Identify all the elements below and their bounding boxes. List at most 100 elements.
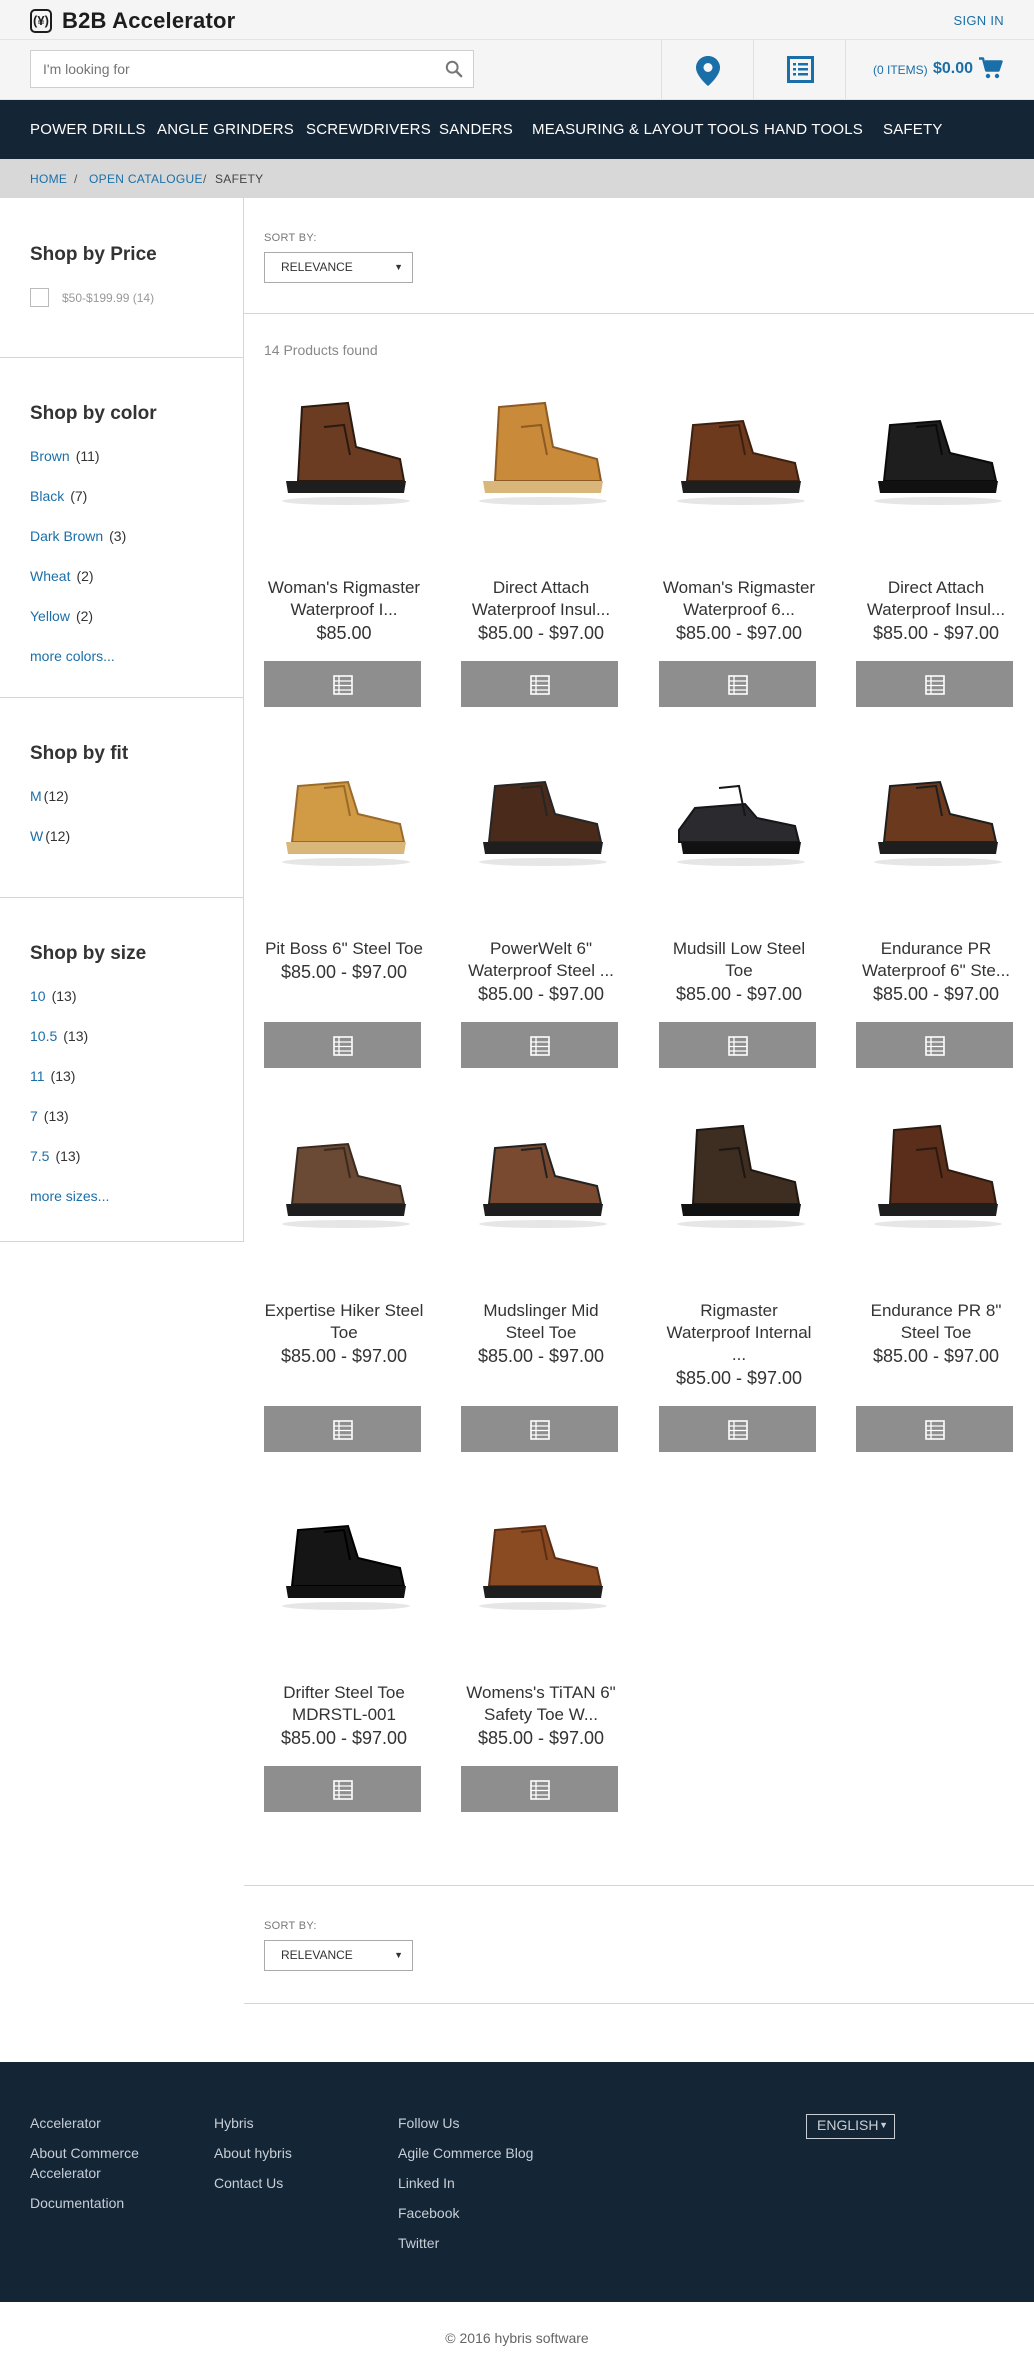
cart-total: $0.00 (933, 60, 974, 77)
nav-item-hand-tools[interactable]: HAND TOOLS (764, 121, 863, 138)
nav-item-power-drills[interactable]: POWER DRILLS (30, 121, 146, 138)
product-image[interactable] (264, 738, 424, 898)
facet-option[interactable]: 7.5 (13) (30, 1148, 80, 1164)
search-box (30, 50, 474, 88)
language-select[interactable]: ENGLISH ▼ (806, 2114, 895, 2139)
search-icon[interactable] (445, 60, 463, 78)
product-image[interactable] (856, 1100, 1016, 1260)
product-name[interactable]: Woman's Rigmaster Waterproof 6... (649, 577, 829, 621)
facet-option[interactable]: Brown (11) (30, 448, 100, 464)
facet-option[interactable]: 11 (13) (30, 1068, 75, 1084)
nav-item-screwdrivers[interactable]: SCREWDRIVERS (306, 121, 431, 138)
sort-select[interactable]: RELEVANCE ▼ (264, 1940, 413, 1971)
facet-option[interactable]: Dark Brown (3) (30, 528, 126, 544)
footer-link[interactable]: Facebook (398, 2203, 459, 2223)
product-image[interactable] (461, 738, 621, 898)
breadcrumb-home[interactable]: HOME (30, 172, 67, 186)
price-filter-option[interactable]: $50-$199.99 (14) (62, 291, 154, 305)
footer-link[interactable]: About Commerce (30, 2143, 139, 2163)
product-image[interactable] (461, 1100, 621, 1260)
product-image[interactable] (461, 1482, 621, 1642)
results-count: 14 Products found (264, 342, 378, 358)
product-name[interactable]: Drifter Steel Toe MDRSTL-001 (254, 1682, 434, 1726)
add-to-pick-list-button[interactable] (856, 661, 1013, 707)
facet-option[interactable]: Wheat (2) (30, 568, 94, 584)
product-image[interactable] (264, 377, 424, 537)
footer-link[interactable]: Linked In (398, 2173, 455, 2193)
facet-option[interactable]: W (12) (30, 828, 70, 844)
product-name[interactable]: Womens's TiTAN 6" Safety Toe W... (451, 1682, 631, 1726)
product-name[interactable]: Pit Boss 6" Steel Toe (254, 938, 434, 960)
add-to-pick-list-button[interactable] (659, 1406, 816, 1452)
search-bar-row: (0 ITEMS) $0.00 (0, 40, 1034, 100)
facet-option[interactable]: M (12) (30, 788, 69, 804)
product-image[interactable] (659, 1100, 819, 1260)
product-name[interactable]: Mudslinger Mid Steel Toe (451, 1300, 631, 1344)
product-price: $85.00 - $97.00 (280, 1346, 408, 1366)
add-to-pick-list-button[interactable] (461, 1766, 618, 1812)
search-input[interactable] (31, 51, 411, 87)
nav-item-sanders[interactable]: SANDERS (439, 121, 513, 138)
footer-link-continued: Accelerator (30, 2165, 101, 2181)
product-name[interactable]: Woman's Rigmaster Waterproof I... (254, 577, 434, 621)
breadcrumb-open-catalogue[interactable]: OPEN CATALOGUE (89, 172, 203, 186)
footer-link[interactable]: About hybris (214, 2143, 292, 2163)
footer-link[interactable]: Twitter (398, 2233, 439, 2253)
add-to-pick-list-button[interactable] (461, 661, 618, 707)
mini-cart[interactable]: (0 ITEMS) $0.00 (845, 40, 1034, 99)
facet-option[interactable]: Black (7) (30, 488, 87, 504)
footer-link[interactable]: Accelerator (30, 2113, 101, 2133)
facet-option[interactable]: Yellow (2) (30, 608, 93, 624)
product-price: $85.00 - $97.00 (477, 623, 605, 643)
divider (244, 1885, 1034, 1886)
add-to-pick-list-button[interactable] (856, 1406, 1013, 1452)
product-name[interactable]: Expertise Hiker Steel Toe (254, 1300, 434, 1344)
product-image[interactable] (856, 738, 1016, 898)
nav-item-safety[interactable]: SAFETY (883, 121, 943, 138)
more-sizes-link[interactable]: more sizes... (30, 1188, 109, 1204)
facet-option[interactable]: 10.5 (13) (30, 1028, 88, 1044)
add-to-pick-list-button[interactable] (264, 661, 421, 707)
product-image[interactable] (856, 377, 1016, 537)
product-name[interactable]: Direct Attach Waterproof Insul... (846, 577, 1026, 621)
product-name[interactable]: Direct Attach Waterproof Insul... (451, 577, 631, 621)
add-to-pick-list-button[interactable] (264, 1406, 421, 1452)
footer-link[interactable]: Documentation (30, 2193, 124, 2213)
product-image[interactable] (264, 1482, 424, 1642)
product-image[interactable] (659, 377, 819, 537)
footer-link[interactable]: Agile Commerce Blog (398, 2143, 533, 2163)
facet-title: Shop by color (30, 403, 157, 424)
product-name[interactable]: PowerWelt 6" Waterproof Steel ... (451, 938, 631, 982)
product-name[interactable]: Rigmaster Waterproof Internal... (649, 1300, 829, 1366)
add-to-pick-list-button[interactable] (659, 661, 816, 707)
product-name[interactable]: Endurance PR Waterproof 6" Ste... (846, 938, 1026, 982)
store-finder-button[interactable] (661, 40, 753, 99)
more-colors-link[interactable]: more colors... (30, 648, 115, 664)
facet-option[interactable]: 10 (13) (30, 988, 76, 1004)
product-name[interactable]: Endurance PR 8" Steel Toe (846, 1300, 1026, 1344)
sort-select[interactable]: RELEVANCE ▼ (264, 252, 413, 283)
add-to-pick-list-button[interactable] (659, 1022, 816, 1068)
sign-in-link[interactable]: SIGN IN (954, 13, 1005, 28)
add-to-pick-list-button[interactable] (856, 1022, 1013, 1068)
product-price: $85.00 - $97.00 (872, 984, 1000, 1004)
add-to-pick-list-button[interactable] (461, 1406, 618, 1452)
product-price: $85.00 - $97.00 (675, 623, 803, 643)
product-name[interactable]: Mudsill Low Steel Toe (649, 938, 829, 982)
product-image[interactable] (461, 377, 621, 537)
brand-logo[interactable]: (¥) B2B Accelerator (30, 8, 235, 34)
add-to-pick-list-button[interactable] (264, 1022, 421, 1068)
product-image[interactable] (264, 1100, 424, 1260)
add-to-pick-list-button[interactable] (264, 1766, 421, 1812)
footer-link[interactable]: Contact Us (214, 2173, 283, 2193)
caret-down-icon: ▼ (394, 262, 403, 272)
quick-order-button[interactable] (753, 40, 845, 99)
nav-item-angle-grinders[interactable]: ANGLE GRINDERS (157, 121, 294, 138)
footer: Accelerator About Commerce Accelerator D… (0, 2062, 1034, 2302)
add-to-pick-list-button[interactable] (461, 1022, 618, 1068)
product-image[interactable] (659, 738, 819, 898)
price-filter-checkbox[interactable] (30, 288, 49, 307)
cart-item-count: (0 ITEMS) (873, 63, 928, 77)
nav-item-measuring-layout-tools[interactable]: MEASURING & LAYOUT TOOLS (532, 121, 759, 138)
facet-option[interactable]: 7 (13) (30, 1108, 69, 1124)
